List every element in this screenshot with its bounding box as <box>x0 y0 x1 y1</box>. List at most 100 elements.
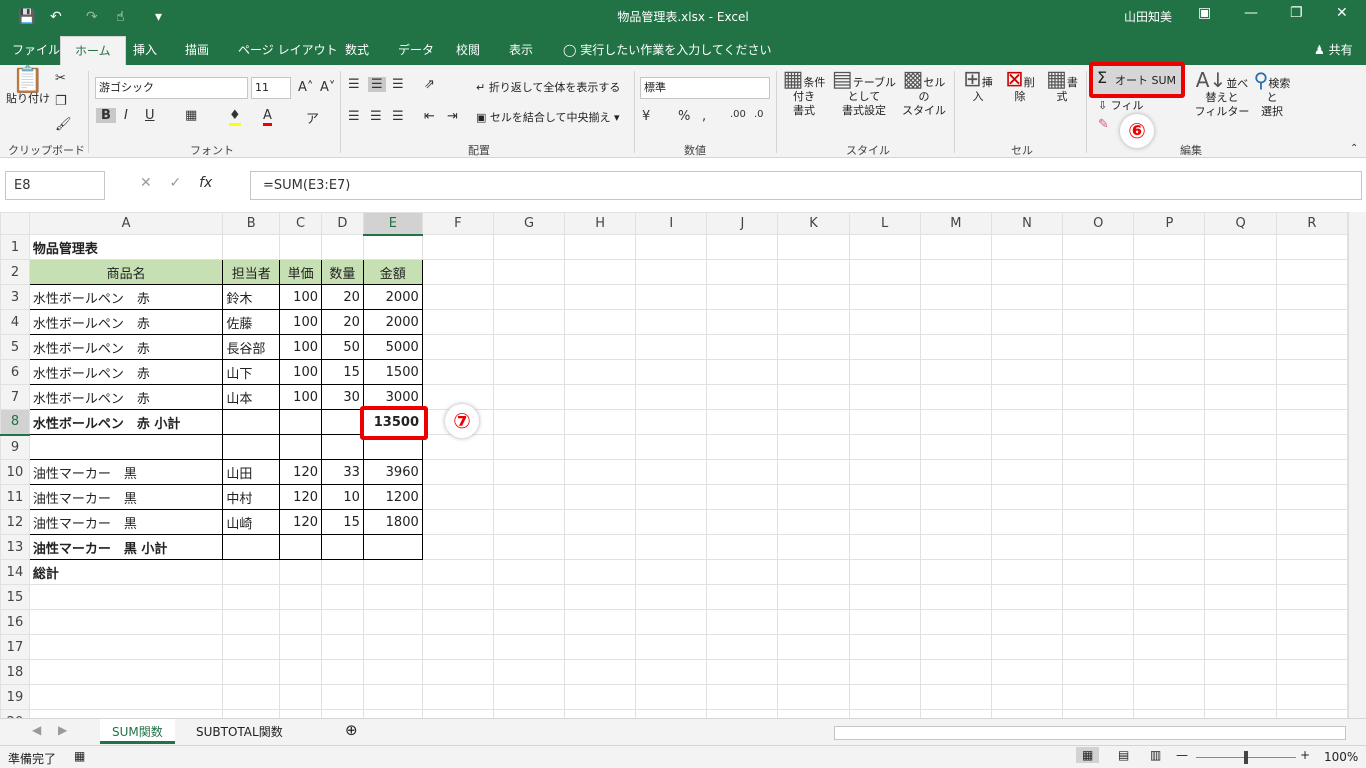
cell[interactable] <box>1275 434 1348 460</box>
enter-icon[interactable]: ✓ <box>170 175 182 191</box>
cell[interactable] <box>1204 634 1277 660</box>
cell[interactable]: 山下 <box>222 359 281 385</box>
fill-button[interactable]: ⇩ フィル <box>1098 99 1144 113</box>
cell[interactable] <box>919 459 992 485</box>
cell[interactable] <box>777 409 850 435</box>
grow-font-icon[interactable]: A˄ <box>298 80 313 95</box>
cell[interactable] <box>1275 634 1348 660</box>
page-break-view-icon[interactable]: ▥ <box>1150 748 1161 762</box>
cell[interactable] <box>635 484 708 510</box>
delete-cells-button[interactable]: ⊠削除 <box>1002 69 1038 104</box>
font-color-icon[interactable]: A <box>263 108 272 126</box>
cell[interactable] <box>362 584 423 610</box>
row-header[interactable]: 10 <box>0 459 30 485</box>
cell[interactable] <box>492 409 566 435</box>
sheet-tab-sum[interactable]: SUM関数 <box>100 719 175 744</box>
column-header[interactable]: H <box>564 212 637 235</box>
cell[interactable] <box>321 609 364 635</box>
cell[interactable] <box>279 559 322 585</box>
column-header[interactable]: K <box>777 212 850 235</box>
cell[interactable] <box>1204 259 1277 285</box>
cell[interactable] <box>421 309 494 335</box>
cell[interactable] <box>1133 684 1206 710</box>
cell[interactable] <box>848 484 921 510</box>
cell[interactable] <box>1133 459 1206 485</box>
cell[interactable] <box>990 459 1064 485</box>
wrap-text-button[interactable]: ↵ 折り返して全体を表示する <box>476 81 620 95</box>
row-header[interactable]: 5 <box>0 334 30 360</box>
cell[interactable] <box>321 634 364 660</box>
cell[interactable] <box>1275 584 1348 610</box>
cell[interactable] <box>1204 409 1277 435</box>
cell[interactable] <box>635 459 708 485</box>
tab-file[interactable]: ファイル <box>12 41 60 58</box>
cell[interactable] <box>492 509 566 535</box>
row-header[interactable]: 18 <box>0 659 30 685</box>
cell[interactable] <box>919 409 992 435</box>
cell[interactable] <box>848 384 921 410</box>
cell[interactable] <box>564 434 637 460</box>
cell[interactable] <box>279 659 322 685</box>
cell[interactable]: 100 <box>279 309 322 335</box>
row-header[interactable]: 13 <box>0 534 30 560</box>
ribbon-display-icon[interactable]: ▣ <box>1198 5 1211 21</box>
normal-view-icon[interactable]: ▦ <box>1076 747 1100 763</box>
cell[interactable] <box>564 584 637 610</box>
cell[interactable] <box>492 359 566 385</box>
cell[interactable] <box>919 484 992 510</box>
cell[interactable] <box>990 584 1064 610</box>
cell[interactable] <box>1062 234 1135 260</box>
cell[interactable] <box>1275 259 1348 285</box>
cell[interactable] <box>362 659 423 685</box>
cell[interactable] <box>321 684 364 710</box>
cell[interactable] <box>635 509 708 535</box>
cut-icon[interactable]: ✂ <box>55 71 66 86</box>
cell[interactable] <box>1275 509 1348 535</box>
cell[interactable]: 33 <box>321 459 364 485</box>
cell[interactable] <box>635 634 708 660</box>
cell[interactable]: 長谷部 <box>222 334 281 360</box>
cell[interactable] <box>990 709 1064 718</box>
cell[interactable] <box>635 234 708 260</box>
cell[interactable] <box>1204 384 1277 410</box>
cell[interactable] <box>321 409 364 435</box>
cell[interactable] <box>492 259 566 285</box>
cell[interactable] <box>1133 409 1206 435</box>
vertical-scrollbar[interactable] <box>1348 212 1366 718</box>
cell[interactable] <box>421 259 494 285</box>
cell[interactable] <box>1204 684 1277 710</box>
cell[interactable] <box>848 634 921 660</box>
cell[interactable] <box>706 634 779 660</box>
cell[interactable]: 鈴木 <box>222 284 281 310</box>
shrink-font-icon[interactable]: A˅ <box>320 80 335 95</box>
cell[interactable] <box>222 559 281 585</box>
cell[interactable] <box>1204 309 1277 335</box>
cell[interactable] <box>1062 334 1135 360</box>
cell[interactable] <box>1204 484 1277 510</box>
cell[interactable] <box>28 609 224 635</box>
column-header[interactable]: R <box>1275 212 1348 235</box>
cell[interactable] <box>564 309 637 335</box>
number-format-select[interactable]: 標準 <box>640 77 770 99</box>
cell[interactable] <box>362 609 423 635</box>
cell[interactable] <box>706 484 779 510</box>
cell[interactable] <box>635 709 708 718</box>
cell[interactable] <box>1204 609 1277 635</box>
column-header[interactable]: J <box>706 212 779 235</box>
cell[interactable] <box>1062 684 1135 710</box>
share-button[interactable]: ♟ 共有 <box>1314 41 1353 58</box>
cell[interactable] <box>777 334 850 360</box>
cell[interactable] <box>279 234 322 260</box>
cell[interactable]: 5000 <box>362 334 423 360</box>
cell[interactable] <box>222 534 281 560</box>
cell[interactable] <box>492 234 566 260</box>
collapse-ribbon-icon[interactable]: ⌃ <box>1350 143 1358 154</box>
cell[interactable] <box>777 234 850 260</box>
cell[interactable] <box>564 234 637 260</box>
cell[interactable] <box>848 234 921 260</box>
cell[interactable] <box>848 259 921 285</box>
cell[interactable] <box>1062 634 1135 660</box>
cell[interactable] <box>421 334 494 360</box>
cell[interactable] <box>635 434 708 460</box>
cell[interactable]: 1200 <box>362 484 423 510</box>
